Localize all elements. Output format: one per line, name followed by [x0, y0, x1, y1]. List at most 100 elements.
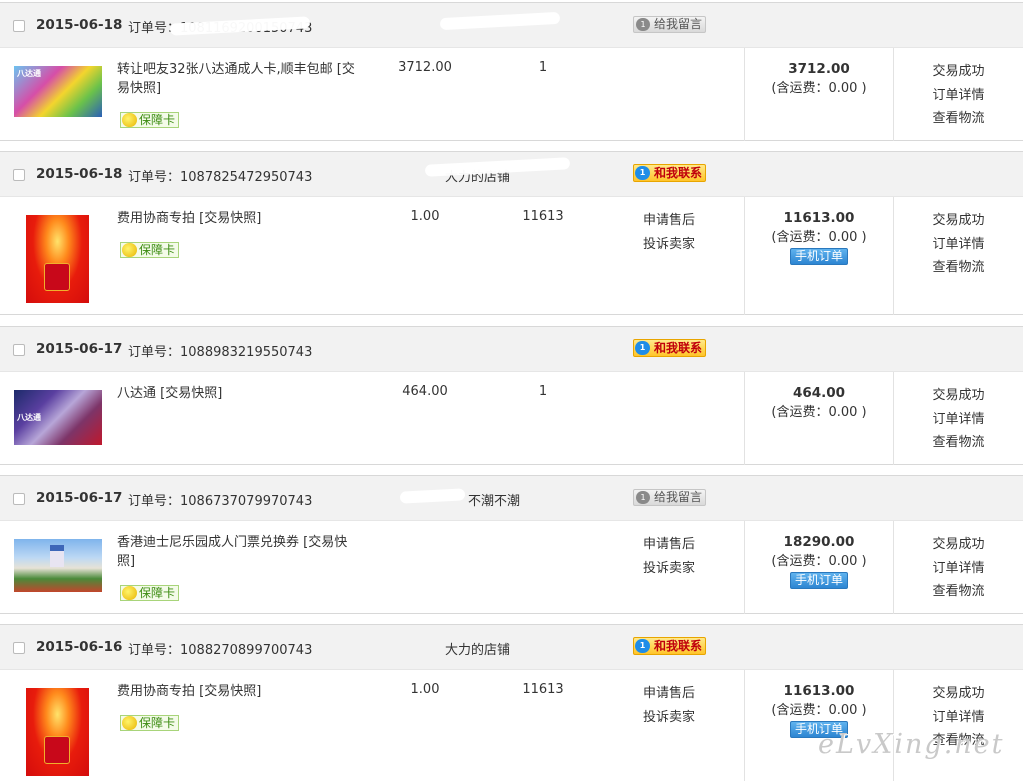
contact-seller-button[interactable]: 1 和我联系	[633, 637, 707, 655]
guarantee-card-badge[interactable]: 保障卡	[120, 715, 180, 731]
shipping-fee: (含运费：0.00 )	[771, 554, 867, 569]
shield-icon	[122, 716, 137, 730]
view-logistics-link[interactable]: 查看物流	[894, 580, 1023, 604]
message-bubble-icon: 1	[636, 491, 650, 504]
redaction-mark	[399, 532, 556, 554]
product-thumbnail[interactable]	[26, 215, 89, 303]
order-number[interactable]: 订单号：1088270899700743	[128, 639, 312, 658]
order-total: 3712.00 (含运费：0.00 )	[745, 60, 893, 98]
chat-bubble-icon: 1	[635, 341, 650, 355]
order-details-link[interactable]: 订单详情	[894, 408, 1023, 432]
quantity: 1	[538, 60, 548, 75]
product-thumbnail[interactable]	[26, 688, 89, 776]
total-amount: 11613.00	[783, 683, 855, 699]
trade-status: 交易成功	[932, 686, 985, 701]
item-title-link[interactable]: 香港迪士尼乐园成人门票兑换券 [交易快照]	[117, 533, 357, 571]
shipping-fee: (含运费：0.00 )	[771, 405, 867, 420]
item-title-link[interactable]: 费用协商专拍 [交易快照]	[117, 209, 357, 228]
status-column: 交易成功 订单详情 查看物流	[894, 60, 1023, 131]
order-date: 2015-06-16	[36, 639, 123, 655]
trade-status: 交易成功	[932, 537, 985, 552]
order-header: 2015-06-18 订单号：1081169200150743 1给我留言	[0, 2, 1023, 48]
item-title-link[interactable]: 转让吧友32张八达通成人卡,顺丰包邮 [交易快照]	[117, 60, 357, 98]
view-logistics-link[interactable]: 查看物流	[894, 431, 1023, 455]
order-item-row: 费用协商专拍 [交易快照] 保障卡 1.00 11613 申请售后 投诉卖家 1…	[0, 670, 1023, 781]
order-item-row: 八达通 八达通 [交易快照] 464.00 1 464.00 (含运费：0.00…	[0, 372, 1023, 465]
product-thumbnail[interactable]: 八达通	[14, 390, 102, 445]
quantity: 11613	[522, 209, 564, 224]
order-details-link[interactable]: 订单详情	[894, 557, 1023, 581]
status-column: 交易成功 订单详情 查看物流	[894, 209, 1023, 280]
item-title-link[interactable]: 费用协商专拍 [交易快照]	[117, 682, 357, 701]
message-bubble-icon: 1	[636, 18, 650, 31]
order-item-row: 香港迪士尼乐园成人门票兑换券 [交易快照] 保障卡 申请售后 投诉卖家 1829…	[0, 521, 1023, 614]
guarantee-card-badge[interactable]: 保障卡	[120, 242, 180, 258]
order-date: 2015-06-18	[36, 17, 123, 33]
order-checkbox[interactable]	[13, 642, 25, 654]
view-logistics-link[interactable]: 查看物流	[894, 256, 1023, 280]
after-sales-column: 申请售后 投诉卖家	[643, 682, 695, 730]
apply-after-sales-link[interactable]: 申请售后	[643, 533, 695, 557]
order-date: 2015-06-18	[36, 166, 123, 182]
order-date: 2015-06-17	[36, 490, 123, 506]
chat-bubble-icon: 1	[635, 166, 650, 180]
order-number[interactable]: 订单号：1086737079970743	[128, 490, 312, 509]
octopus-card-logo: 八达通	[17, 413, 41, 422]
redaction-mark	[439, 11, 561, 31]
order-block: 2015-06-17 订单号：1086737079970743 不潮不潮 1 给我…	[0, 475, 1023, 614]
redaction-mark	[434, 340, 566, 360]
after-sales-column: 申请售后 投诉卖家	[643, 209, 695, 257]
quantity: 11613	[522, 682, 564, 697]
product-thumbnail[interactable]	[14, 539, 102, 592]
order-checkbox[interactable]	[13, 169, 25, 181]
shipping-fee: (含运费：0.00 )	[771, 81, 867, 96]
leave-message-button[interactable]: 1 给我留言	[633, 489, 707, 506]
unit-price: 1.00	[410, 682, 440, 697]
total-amount: 18290.00	[783, 534, 855, 550]
order-block: 2015-06-17 订单号：1088983219550743 1 和我联系 八达…	[0, 326, 1023, 465]
view-logistics-link[interactable]: 查看物流	[894, 107, 1023, 131]
shop-name[interactable]: 大力的店铺	[445, 639, 510, 658]
complain-seller-link[interactable]: 投诉卖家	[643, 233, 695, 257]
mobile-order-badge: 手机订单	[789, 572, 848, 589]
order-checkbox[interactable]	[13, 493, 25, 505]
product-thumbnail[interactable]: 八达通	[14, 66, 102, 117]
order-details-link[interactable]: 订单详情	[894, 706, 1023, 730]
order-header: 2015-06-17 订单号：1088983219550743 1 和我联系	[0, 326, 1023, 372]
octopus-card-logo: 八达通	[17, 69, 41, 78]
order-checkbox[interactable]	[13, 344, 25, 356]
redaction-mark	[399, 488, 466, 504]
order-number[interactable]: 订单号：1088983219550743	[128, 341, 312, 360]
trade-status: 交易成功	[932, 64, 985, 79]
order-item-row: 八达通 转让吧友32张八达通成人卡,顺丰包邮 [交易快照] 保障卡 3712.0…	[0, 48, 1023, 141]
apply-after-sales-link[interactable]: 申请售后	[643, 209, 695, 233]
mobile-order-badge: 手机订单	[789, 248, 848, 265]
order-checkbox[interactable]	[13, 20, 25, 32]
order-number[interactable]: 订单号：1087825472950743	[128, 166, 312, 185]
contact-seller-button[interactable]: 1 和我联系	[633, 339, 707, 357]
complain-seller-link[interactable]: 投诉卖家	[643, 557, 695, 581]
shipping-fee: (含运费：0.00 )	[771, 703, 867, 718]
castle-icon	[50, 545, 64, 567]
order-total: 11613.00 (含运费：0.00 ) 手机订单	[745, 209, 893, 265]
shop-name[interactable]: 不潮不潮	[468, 490, 520, 509]
order-details-link[interactable]: 订单详情	[894, 84, 1023, 108]
trade-status: 交易成功	[932, 388, 985, 403]
apply-after-sales-link[interactable]: 申请售后	[643, 682, 695, 706]
total-amount: 464.00	[792, 385, 846, 401]
guarantee-card-badge[interactable]: 保障卡	[120, 112, 180, 128]
quantity: 1	[538, 384, 548, 399]
trade-status: 交易成功	[932, 213, 985, 228]
item-title-link[interactable]: 八达通 [交易快照]	[117, 384, 357, 403]
complain-seller-link[interactable]: 投诉卖家	[643, 706, 695, 730]
order-total: 18290.00 (含运费：0.00 ) 手机订单	[745, 533, 893, 589]
order-block: 2015-06-18 订单号：1081169200150743 1给我留言 八达…	[0, 2, 1023, 141]
total-amount: 11613.00	[783, 210, 855, 226]
contact-seller-button[interactable]: 1 和我联系	[633, 164, 707, 182]
guarantee-card-badge[interactable]: 保障卡	[120, 585, 180, 601]
unit-price: 1.00	[410, 209, 440, 224]
shield-icon	[122, 586, 137, 600]
red-envelope-icon	[44, 736, 70, 764]
leave-message-button[interactable]: 1 给我留言	[633, 16, 707, 33]
order-details-link[interactable]: 订单详情	[894, 233, 1023, 257]
